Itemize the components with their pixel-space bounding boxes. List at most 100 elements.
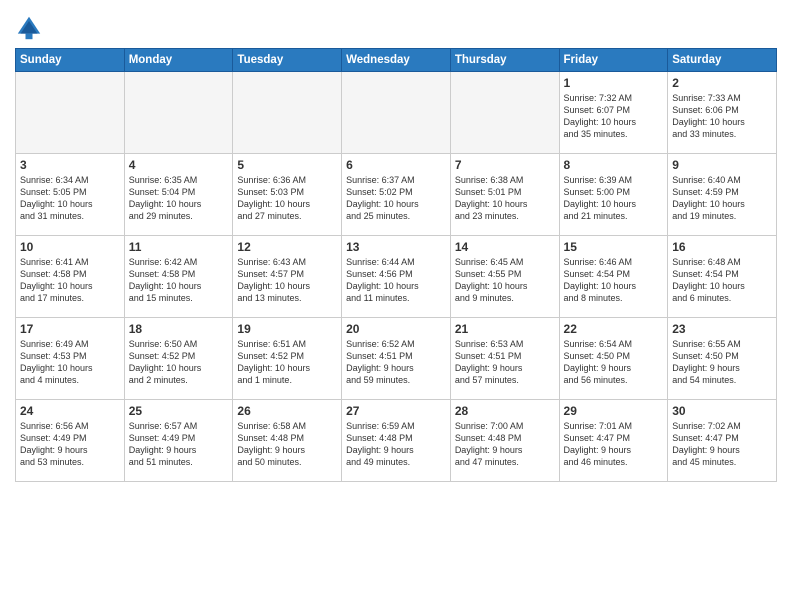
weekday-row: SundayMondayTuesdayWednesdayThursdayFrid… xyxy=(16,49,777,72)
cell-content: Sunrise: 6:46 AM Sunset: 4:54 PM Dayligh… xyxy=(564,256,664,305)
cell-content: Sunrise: 6:58 AM Sunset: 4:48 PM Dayligh… xyxy=(237,420,337,469)
day-number: 15 xyxy=(564,240,664,254)
weekday-header-thursday: Thursday xyxy=(450,49,559,72)
day-number: 14 xyxy=(455,240,555,254)
calendar-cell: 27 Sunrise: 6:59 AM Sunset: 4:48 PM Dayli… xyxy=(342,400,451,482)
calendar-cell: 18 Sunrise: 6:50 AM Sunset: 4:52 PM Dayli… xyxy=(124,318,233,400)
calendar-cell: 24 Sunrise: 6:56 AM Sunset: 4:49 PM Dayli… xyxy=(16,400,125,482)
cell-content: Sunrise: 6:59 AM Sunset: 4:48 PM Dayligh… xyxy=(346,420,446,469)
weekday-header-friday: Friday xyxy=(559,49,668,72)
calendar-cell: 17 Sunrise: 6:49 AM Sunset: 4:53 PM Dayli… xyxy=(16,318,125,400)
cell-content: Sunrise: 6:50 AM Sunset: 4:52 PM Dayligh… xyxy=(129,338,229,387)
cell-content: Sunrise: 6:45 AM Sunset: 4:55 PM Dayligh… xyxy=(455,256,555,305)
page: SundayMondayTuesdayWednesdayThursdayFrid… xyxy=(0,0,792,492)
day-number: 17 xyxy=(20,322,120,336)
calendar-table: SundayMondayTuesdayWednesdayThursdayFrid… xyxy=(15,48,777,482)
day-number: 9 xyxy=(672,158,772,172)
weekday-header-sunday: Sunday xyxy=(16,49,125,72)
calendar-cell: 15 Sunrise: 6:46 AM Sunset: 4:54 PM Dayli… xyxy=(559,236,668,318)
calendar-cell: 14 Sunrise: 6:45 AM Sunset: 4:55 PM Dayli… xyxy=(450,236,559,318)
cell-content: Sunrise: 6:40 AM Sunset: 4:59 PM Dayligh… xyxy=(672,174,772,223)
day-number: 23 xyxy=(672,322,772,336)
day-number: 1 xyxy=(564,76,664,90)
cell-content: Sunrise: 6:41 AM Sunset: 4:58 PM Dayligh… xyxy=(20,256,120,305)
cell-content: Sunrise: 6:42 AM Sunset: 4:58 PM Dayligh… xyxy=(129,256,229,305)
day-number: 24 xyxy=(20,404,120,418)
weekday-header-tuesday: Tuesday xyxy=(233,49,342,72)
weekday-header-wednesday: Wednesday xyxy=(342,49,451,72)
header xyxy=(15,10,777,42)
day-number: 26 xyxy=(237,404,337,418)
calendar-cell: 25 Sunrise: 6:57 AM Sunset: 4:49 PM Dayli… xyxy=(124,400,233,482)
calendar-cell: 1 Sunrise: 7:32 AM Sunset: 6:07 PM Daylig… xyxy=(559,72,668,154)
calendar-cell: 16 Sunrise: 6:48 AM Sunset: 4:54 PM Dayli… xyxy=(668,236,777,318)
calendar-cell: 22 Sunrise: 6:54 AM Sunset: 4:50 PM Dayli… xyxy=(559,318,668,400)
cell-content: Sunrise: 6:55 AM Sunset: 4:50 PM Dayligh… xyxy=(672,338,772,387)
calendar-cell: 20 Sunrise: 6:52 AM Sunset: 4:51 PM Dayli… xyxy=(342,318,451,400)
cell-content: Sunrise: 6:51 AM Sunset: 4:52 PM Dayligh… xyxy=(237,338,337,387)
calendar-cell xyxy=(450,72,559,154)
calendar-week-3: 17 Sunrise: 6:49 AM Sunset: 4:53 PM Dayli… xyxy=(16,318,777,400)
cell-content: Sunrise: 6:54 AM Sunset: 4:50 PM Dayligh… xyxy=(564,338,664,387)
cell-content: Sunrise: 6:48 AM Sunset: 4:54 PM Dayligh… xyxy=(672,256,772,305)
calendar-cell: 2 Sunrise: 7:33 AM Sunset: 6:06 PM Daylig… xyxy=(668,72,777,154)
day-number: 29 xyxy=(564,404,664,418)
cell-content: Sunrise: 6:52 AM Sunset: 4:51 PM Dayligh… xyxy=(346,338,446,387)
day-number: 13 xyxy=(346,240,446,254)
day-number: 19 xyxy=(237,322,337,336)
calendar-cell xyxy=(124,72,233,154)
day-number: 20 xyxy=(346,322,446,336)
calendar-cell xyxy=(233,72,342,154)
day-number: 4 xyxy=(129,158,229,172)
day-number: 25 xyxy=(129,404,229,418)
day-number: 21 xyxy=(455,322,555,336)
cell-content: Sunrise: 6:34 AM Sunset: 5:05 PM Dayligh… xyxy=(20,174,120,223)
calendar-header: SundayMondayTuesdayWednesdayThursdayFrid… xyxy=(16,49,777,72)
calendar-cell xyxy=(16,72,125,154)
day-number: 11 xyxy=(129,240,229,254)
day-number: 28 xyxy=(455,404,555,418)
cell-content: Sunrise: 6:38 AM Sunset: 5:01 PM Dayligh… xyxy=(455,174,555,223)
weekday-header-monday: Monday xyxy=(124,49,233,72)
cell-content: Sunrise: 7:32 AM Sunset: 6:07 PM Dayligh… xyxy=(564,92,664,141)
day-number: 2 xyxy=(672,76,772,90)
calendar-cell: 10 Sunrise: 6:41 AM Sunset: 4:58 PM Dayli… xyxy=(16,236,125,318)
day-number: 8 xyxy=(564,158,664,172)
calendar-body: 1 Sunrise: 7:32 AM Sunset: 6:07 PM Daylig… xyxy=(16,72,777,482)
weekday-header-saturday: Saturday xyxy=(668,49,777,72)
calendar-week-1: 3Sunrise: 6:34 AM Sunset: 5:05 PM Daylig… xyxy=(16,154,777,236)
calendar-cell: 23 Sunrise: 6:55 AM Sunset: 4:50 PM Dayli… xyxy=(668,318,777,400)
calendar-cell: 13Sunrise: 6:44 AM Sunset: 4:56 PM Dayli… xyxy=(342,236,451,318)
day-number: 27 xyxy=(346,404,446,418)
day-number: 22 xyxy=(564,322,664,336)
logo-area xyxy=(15,14,47,42)
cell-content: Sunrise: 7:33 AM Sunset: 6:06 PM Dayligh… xyxy=(672,92,772,141)
calendar-week-4: 24 Sunrise: 6:56 AM Sunset: 4:49 PM Dayli… xyxy=(16,400,777,482)
calendar-cell: 4 Sunrise: 6:35 AM Sunset: 5:04 PM Daylig… xyxy=(124,154,233,236)
logo-icon xyxy=(15,14,43,42)
day-number: 6 xyxy=(346,158,446,172)
cell-content: Sunrise: 6:49 AM Sunset: 4:53 PM Dayligh… xyxy=(20,338,120,387)
day-number: 18 xyxy=(129,322,229,336)
calendar-cell: 3Sunrise: 6:34 AM Sunset: 5:05 PM Daylig… xyxy=(16,154,125,236)
cell-content: Sunrise: 6:37 AM Sunset: 5:02 PM Dayligh… xyxy=(346,174,446,223)
day-number: 16 xyxy=(672,240,772,254)
calendar-cell: 5Sunrise: 6:36 AM Sunset: 5:03 PM Daylig… xyxy=(233,154,342,236)
calendar-cell: 29 Sunrise: 7:01 AM Sunset: 4:47 PM Dayli… xyxy=(559,400,668,482)
calendar-cell: 30Sunrise: 7:02 AM Sunset: 4:47 PM Dayli… xyxy=(668,400,777,482)
cell-content: Sunrise: 7:01 AM Sunset: 4:47 PM Dayligh… xyxy=(564,420,664,469)
calendar-cell: 28 Sunrise: 7:00 AM Sunset: 4:48 PM Dayli… xyxy=(450,400,559,482)
cell-content: Sunrise: 7:00 AM Sunset: 4:48 PM Dayligh… xyxy=(455,420,555,469)
cell-content: Sunrise: 6:56 AM Sunset: 4:49 PM Dayligh… xyxy=(20,420,120,469)
calendar-cell: 11 Sunrise: 6:42 AM Sunset: 4:58 PM Dayli… xyxy=(124,236,233,318)
day-number: 10 xyxy=(20,240,120,254)
cell-content: Sunrise: 6:36 AM Sunset: 5:03 PM Dayligh… xyxy=(237,174,337,223)
calendar-cell: 19 Sunrise: 6:51 AM Sunset: 4:52 PM Dayli… xyxy=(233,318,342,400)
calendar-cell xyxy=(342,72,451,154)
calendar-cell: 21Sunrise: 6:53 AM Sunset: 4:51 PM Dayli… xyxy=(450,318,559,400)
cell-content: Sunrise: 6:43 AM Sunset: 4:57 PM Dayligh… xyxy=(237,256,337,305)
calendar-week-2: 10 Sunrise: 6:41 AM Sunset: 4:58 PM Dayli… xyxy=(16,236,777,318)
cell-content: Sunrise: 6:35 AM Sunset: 5:04 PM Dayligh… xyxy=(129,174,229,223)
cell-content: Sunrise: 6:57 AM Sunset: 4:49 PM Dayligh… xyxy=(129,420,229,469)
calendar-cell: 12Sunrise: 6:43 AM Sunset: 4:57 PM Dayli… xyxy=(233,236,342,318)
